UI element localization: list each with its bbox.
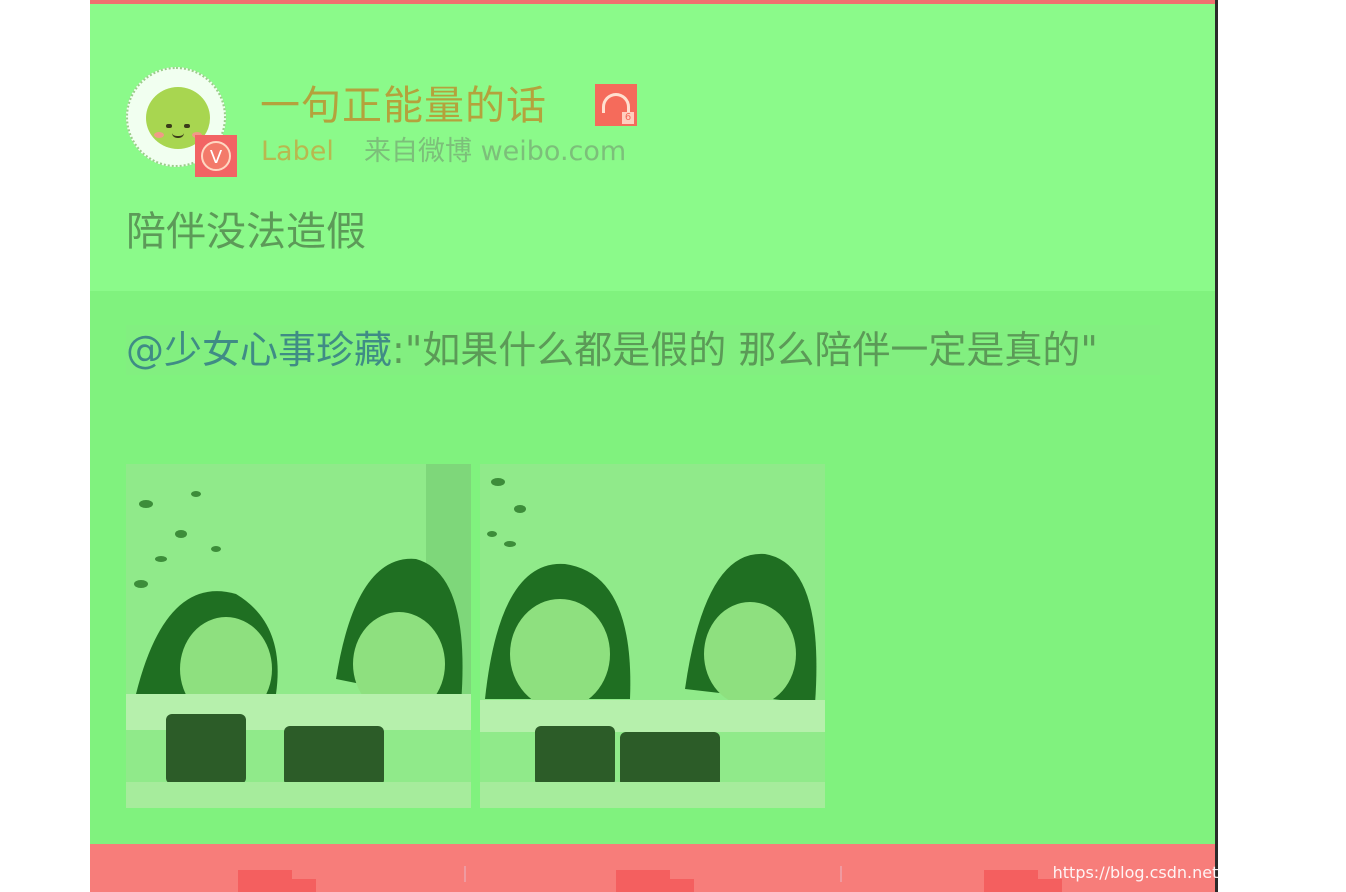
photo-2-image: [480, 464, 825, 808]
watermark-text: https://blog.csdn.net/kyl282889543: [1052, 863, 1338, 882]
member-crown-icon[interactable]: 6: [595, 84, 637, 126]
vip-verified-icon: V: [195, 135, 237, 177]
member-level: 6: [622, 112, 634, 124]
retweet-button[interactable]: [90, 844, 464, 892]
weibo-cell[interactable]: V 一句正能量的话 6 Label 来自微博 weibo.com 陪伴没法造假 …: [90, 0, 1215, 892]
like-icon: [984, 870, 1038, 892]
comment-icon: [616, 870, 670, 892]
action-toolbar: [90, 844, 1215, 892]
time-label: Label: [261, 136, 334, 167]
cell-right-border: [1215, 0, 1218, 892]
retweet-content: :"如果什么都是假的 那么陪伴一定是真的": [392, 328, 1098, 372]
retweet-user-link[interactable]: @少女心事珍藏: [126, 328, 392, 372]
comment-count: [670, 879, 694, 892]
retweet-icon: [238, 870, 292, 892]
photo-1-image: [126, 464, 471, 808]
avatar-mouth: [172, 133, 184, 138]
avatar-blush: [154, 132, 164, 138]
avatar-eye: [166, 124, 172, 128]
photo-2[interactable]: [480, 464, 825, 808]
retweeted-status-section[interactable]: @少女心事珍藏:"如果什么都是假的 那么陪伴一定是真的": [90, 291, 1215, 844]
status-text: 陪伴没法造假: [126, 209, 366, 255]
source-label: 来自微博 weibo.com: [364, 136, 627, 167]
retweet-text: @少女心事珍藏:"如果什么都是假的 那么陪伴一定是真的": [126, 325, 1160, 375]
avatar-eye: [184, 124, 190, 128]
comment-button[interactable]: [466, 844, 840, 892]
retweet-count: [292, 879, 316, 892]
original-status-section: V 一句正能量的话 6 Label 来自微博 weibo.com 陪伴没法造假: [90, 4, 1215, 291]
vip-badge-letter: V: [201, 141, 231, 171]
crown-shape: [602, 93, 630, 113]
nickname-label[interactable]: 一句正能量的话: [260, 80, 547, 132]
photo-1[interactable]: [126, 464, 471, 808]
